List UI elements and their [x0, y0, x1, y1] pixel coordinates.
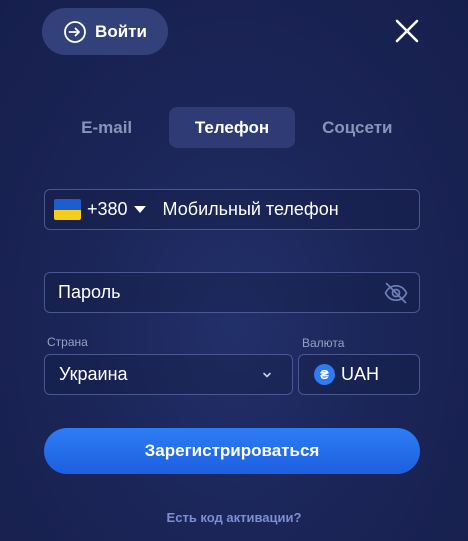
- country-value: Украина: [59, 364, 128, 384]
- currency-value: UAH: [341, 364, 380, 384]
- phone-field: +380: [44, 189, 420, 230]
- register-button[interactable]: Зарегистрироваться: [44, 428, 420, 474]
- currency-label: Валюта: [302, 336, 345, 350]
- password-input[interactable]: [58, 282, 358, 303]
- ukraine-flag-icon[interactable]: [54, 199, 81, 220]
- login-label: Войти: [95, 21, 147, 41]
- login-button[interactable]: Войти: [42, 8, 168, 55]
- phone-input[interactable]: [162, 199, 413, 220]
- activation-code-link[interactable]: Есть код активации?: [0, 510, 468, 525]
- password-field: [44, 272, 420, 313]
- country-code[interactable]: +380: [87, 199, 128, 220]
- currency-select[interactable]: ₴ UAH: [298, 354, 420, 395]
- caret-down-icon[interactable]: [133, 206, 146, 213]
- login-icon: [64, 20, 86, 43]
- tab-social[interactable]: Соцсети: [295, 107, 420, 148]
- eye-off-icon[interactable]: [383, 280, 409, 306]
- tab-email[interactable]: E-mail: [44, 107, 169, 148]
- close-icon[interactable]: [392, 16, 422, 46]
- hryvnia-icon: ₴: [314, 364, 335, 385]
- chevron-down-icon: [263, 372, 271, 377]
- country-select[interactable]: Украина: [44, 354, 293, 395]
- country-label: Страна: [47, 335, 88, 349]
- auth-method-tabs: E-mail Телефон Соцсети: [44, 107, 420, 148]
- tab-phone[interactable]: Телефон: [169, 107, 295, 148]
